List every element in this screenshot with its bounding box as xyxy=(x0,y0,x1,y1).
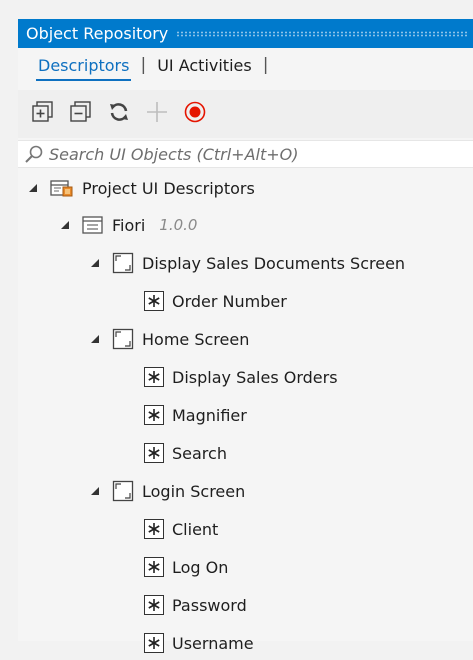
expanded-caret-icon[interactable] xyxy=(88,334,102,344)
tree-node-element[interactable]: Display Sales Orders xyxy=(144,360,338,394)
tree-node-root[interactable]: Project UI Descriptors xyxy=(26,171,255,205)
search-icon xyxy=(24,144,46,164)
repository-toolbar xyxy=(18,90,473,138)
panel-title: Object Repository xyxy=(26,24,169,43)
collapse-all-button[interactable] xyxy=(68,101,94,127)
collapse-all-icon xyxy=(70,101,92,127)
tree-node-element[interactable]: Log On xyxy=(144,550,228,584)
tree-node-screen[interactable]: Display Sales Documents Screen xyxy=(88,246,405,280)
tree-node-label: Display Sales Documents Screen xyxy=(142,253,406,273)
project-folder-icon xyxy=(50,178,74,198)
refresh-button[interactable] xyxy=(106,101,132,127)
ui-element-icon xyxy=(144,405,164,425)
ui-element-icon xyxy=(144,519,164,539)
tree-node-label: Display Sales Orders xyxy=(172,367,338,387)
tree-node-label: Magnifier xyxy=(172,405,247,425)
ui-element-icon xyxy=(144,595,164,615)
tree-node-label: Search xyxy=(172,443,227,463)
add-icon xyxy=(145,100,169,128)
record-button[interactable] xyxy=(182,101,208,127)
tab-strip: Descriptors | UI Activities | xyxy=(18,48,473,84)
screen-icon xyxy=(112,252,134,274)
tree-node-library[interactable]: Fiori 1.0.0 xyxy=(58,208,197,242)
ui-element-icon xyxy=(144,443,164,463)
expanded-caret-icon[interactable] xyxy=(26,183,40,193)
ui-element-icon xyxy=(144,291,164,311)
window-top-strip xyxy=(0,0,473,19)
expanded-caret-icon[interactable] xyxy=(58,220,72,230)
expanded-caret-icon[interactable] xyxy=(88,258,102,268)
tree-node-label: Home Screen xyxy=(142,329,250,349)
tab-ui-activities[interactable]: UI Activities xyxy=(153,48,256,77)
tree-node-element[interactable]: Order Number xyxy=(144,284,287,318)
tree-node-screen[interactable]: Login Screen xyxy=(88,474,245,508)
library-icon xyxy=(82,215,104,235)
tree-node-element[interactable]: Password xyxy=(144,588,247,622)
tree-node-element[interactable]: Client xyxy=(144,512,218,546)
search-input[interactable] xyxy=(46,144,449,164)
ui-element-icon xyxy=(144,633,164,653)
panel-title-bar[interactable]: Object Repository xyxy=(18,19,473,48)
library-version: 1.0.0 xyxy=(159,216,198,234)
search-bar xyxy=(18,140,473,168)
tree-node-label: Username xyxy=(172,633,254,653)
add-button[interactable] xyxy=(144,101,170,127)
title-bar-grip[interactable] xyxy=(176,30,467,37)
ui-element-icon xyxy=(144,557,164,577)
tree-node-element[interactable]: Magnifier xyxy=(144,398,247,432)
refresh-icon xyxy=(107,100,131,128)
tree-node-label: Client xyxy=(172,519,219,539)
tab-descriptors[interactable]: Descriptors xyxy=(34,48,133,81)
window-left-edge xyxy=(0,0,18,641)
record-icon xyxy=(183,100,207,128)
tree-node-screen[interactable]: Home Screen xyxy=(88,322,249,356)
tree-node-element[interactable]: Search xyxy=(144,436,227,470)
tree-node-label: Password xyxy=(172,595,247,615)
screen-icon xyxy=(112,480,134,502)
screen-icon xyxy=(112,328,134,350)
ui-element-icon xyxy=(144,367,164,387)
tree-node-label: Project UI Descriptors xyxy=(82,178,255,198)
tree-node-label: Log On xyxy=(172,557,229,577)
tab-separator: | xyxy=(140,55,147,75)
tree-node-label: Fiori xyxy=(112,215,146,235)
tree-node-label: Login Screen xyxy=(142,481,246,501)
expanded-caret-icon[interactable] xyxy=(88,486,102,496)
expand-all-icon xyxy=(32,101,54,127)
expand-all-button[interactable] xyxy=(30,101,56,127)
object-repository-panel: Object Repository Descriptors | UI Activ… xyxy=(18,19,473,653)
tree-node-label: Order Number xyxy=(172,291,287,311)
tree-node-element[interactable]: Username xyxy=(144,626,254,660)
tab-separator: | xyxy=(262,55,269,75)
